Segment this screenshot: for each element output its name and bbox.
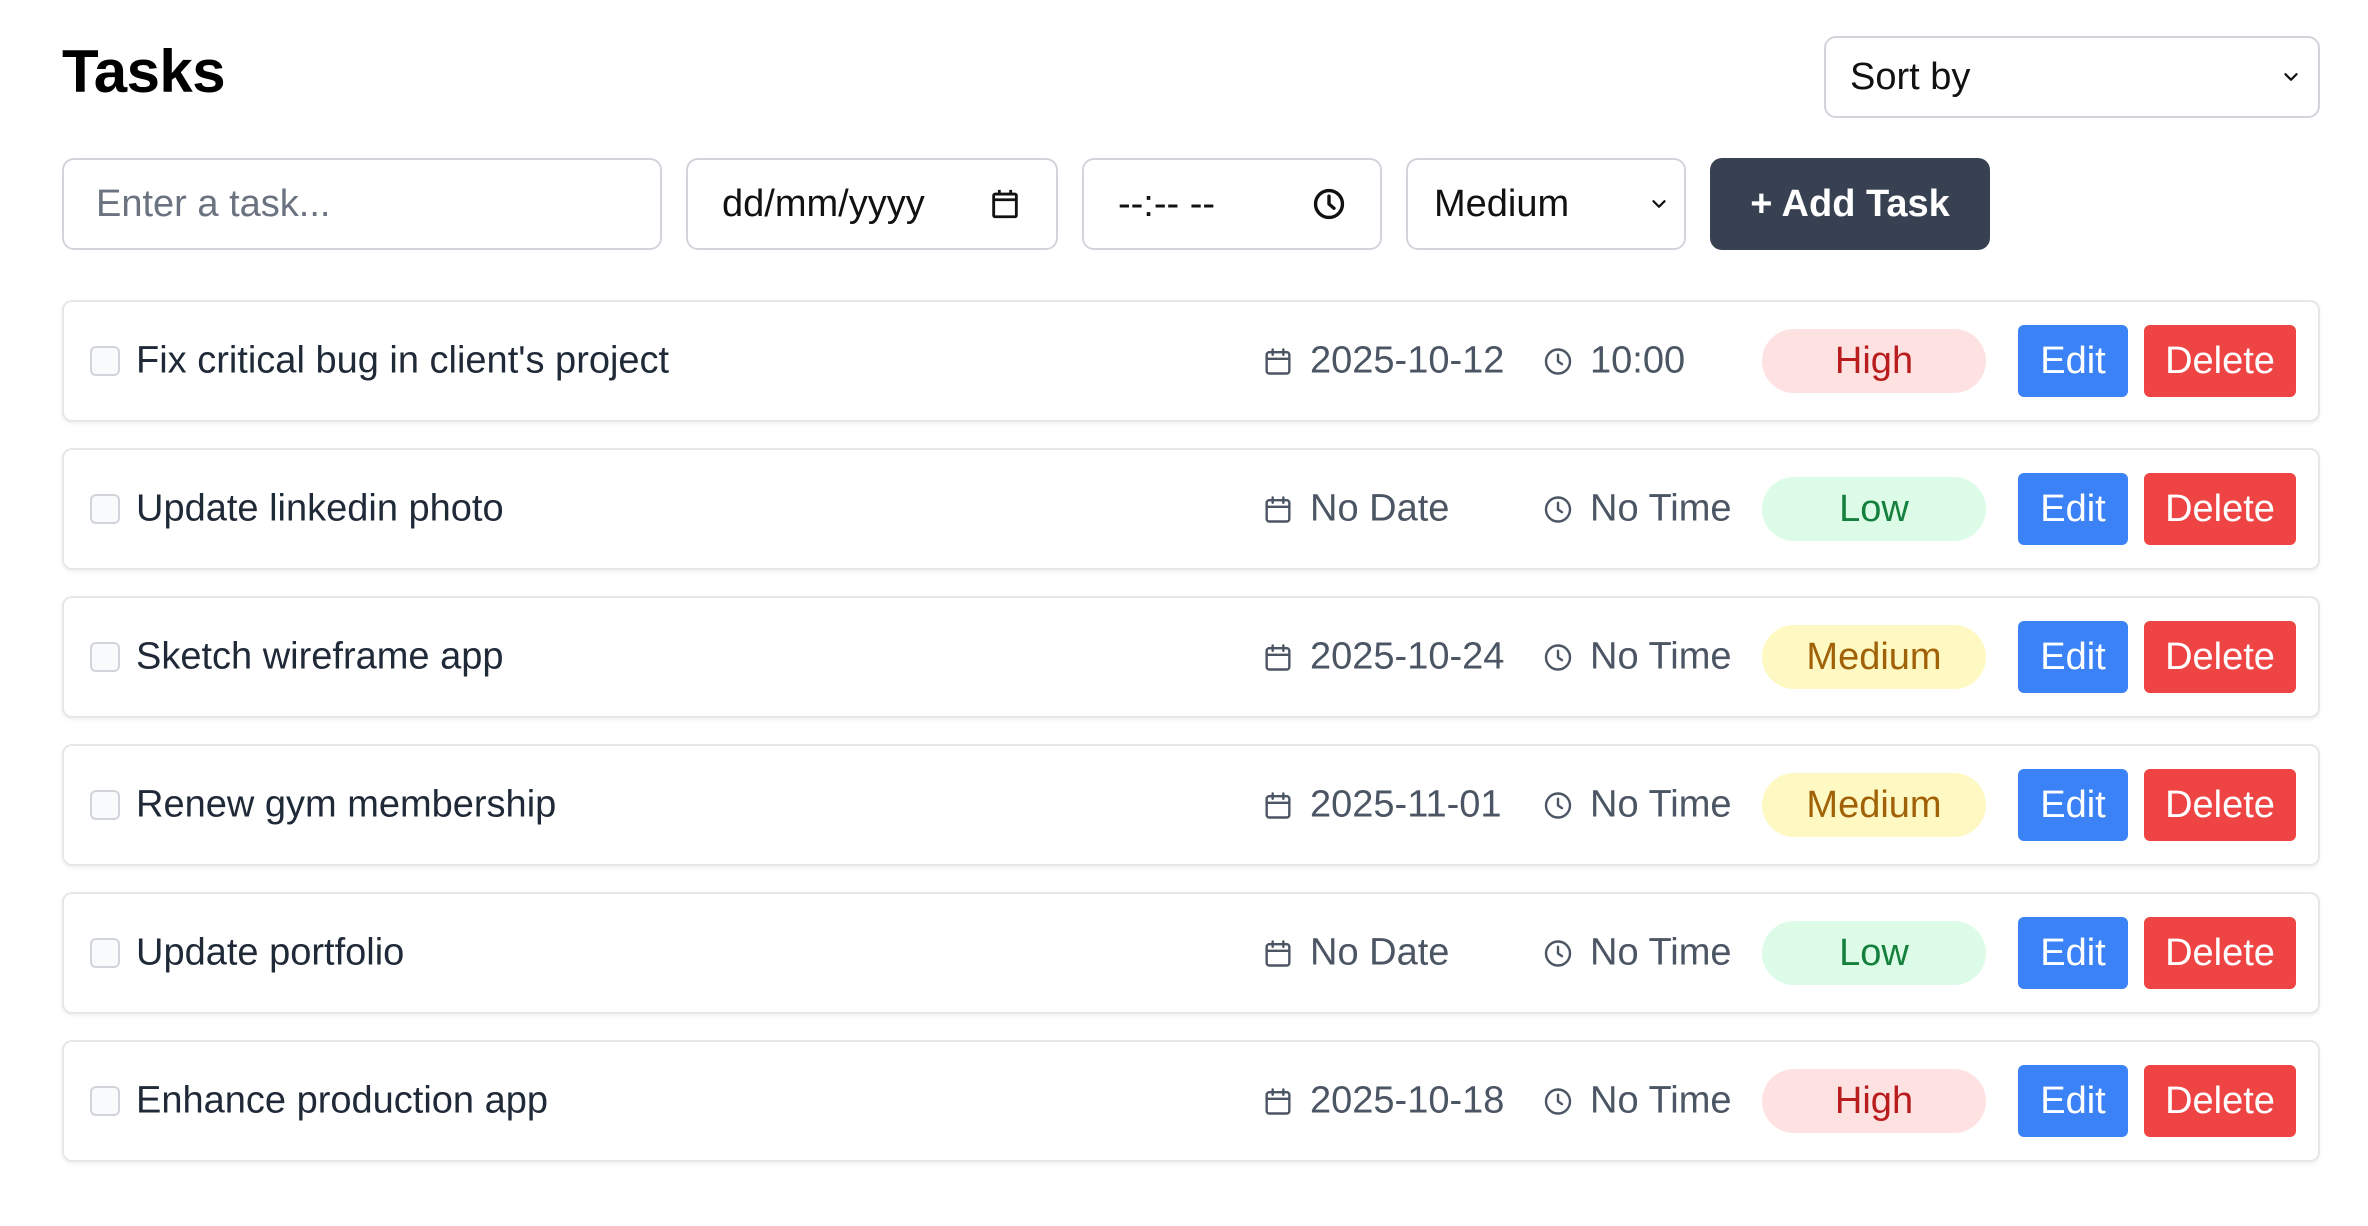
task-row: Update portfolio No Date No Time Low Edit Del… (62, 892, 2320, 1014)
edit-button[interactable]: Edit (2018, 1065, 2128, 1137)
task-list: Fix critical bug in client's project 2025… (62, 300, 2320, 1188)
calendar-icon (1265, 643, 1291, 671)
calendar-icon (1265, 1087, 1291, 1115)
task-time-value: No Time (1590, 635, 1732, 678)
task-date-value: No Date (1310, 931, 1450, 974)
clock-icon (1544, 1087, 1572, 1115)
task-date-value: 2025-10-24 (1310, 635, 1505, 678)
task-date: No Date (1262, 932, 1449, 975)
priority-select-value: Medium (1434, 182, 1570, 225)
task-title: Update linkedin photo (136, 487, 504, 530)
priority-badge: Medium (1762, 773, 1986, 837)
priority-select[interactable]: Medium (1406, 158, 1686, 250)
task-row: Renew gym membership 2025-11-01 No Time Med… (62, 744, 2320, 866)
task-time-value: No Time (1590, 487, 1732, 530)
delete-button[interactable]: Delete (2144, 1065, 2296, 1137)
task-title: Sketch wireframe app (136, 635, 504, 678)
task-row: Fix critical bug in client's project 2025… (62, 300, 2320, 422)
task-title: Renew gym membership (136, 783, 557, 826)
task-checkbox[interactable] (90, 494, 120, 524)
task-date: 2025-10-12 (1262, 340, 1504, 383)
chevron-down-icon (2284, 73, 2298, 81)
task-checkbox[interactable] (90, 642, 120, 672)
task-date: No Date (1262, 488, 1449, 531)
task-title: Fix critical bug in client's project (136, 339, 670, 382)
sort-select[interactable]: Sort by (1824, 36, 2320, 118)
date-input-placeholder: dd/mm/yyyy (722, 182, 925, 225)
task-time-value: No Time (1590, 783, 1732, 826)
page-title: Tasks (62, 38, 226, 105)
clock-icon (1544, 791, 1572, 819)
time-input-placeholder: --:-- -- (1118, 182, 1216, 225)
task-checkbox[interactable] (90, 790, 120, 820)
task-input-placeholder: Enter a task... (96, 182, 331, 225)
header: Tasks Sort by (62, 36, 2320, 154)
task-date: 2025-10-18 (1262, 1080, 1504, 1123)
task-time: No Time (1542, 1080, 1731, 1123)
calendar-icon (1265, 791, 1291, 819)
task-time-value: 10:00 (1590, 339, 1686, 382)
edit-button[interactable]: Edit (2018, 325, 2128, 397)
task-time: No Time (1542, 784, 1731, 827)
clock-icon[interactable] (1312, 187, 1346, 221)
task-date: 2025-11-01 (1262, 784, 1502, 827)
task-checkbox[interactable] (90, 1086, 120, 1116)
tasks-app: Tasks Sort by Enter a task... dd/mm/yyyy… (62, 36, 2320, 1162)
delete-button[interactable]: Delete (2144, 917, 2296, 989)
task-date-value: No Date (1310, 487, 1450, 530)
calendar-icon (1265, 495, 1291, 523)
task-checkbox[interactable] (90, 938, 120, 968)
task-title: Enhance production app (136, 1079, 548, 1122)
task-time: 10:00 (1542, 340, 1685, 383)
add-task-button[interactable]: + Add Task (1710, 158, 1990, 250)
sort-select-label: Sort by (1850, 55, 1971, 98)
chevron-down-icon (1652, 200, 1666, 208)
clock-icon (1544, 643, 1572, 671)
edit-button[interactable]: Edit (2018, 917, 2128, 989)
priority-badge: High (1762, 1069, 1986, 1133)
edit-button[interactable]: Edit (2018, 473, 2128, 545)
clock-icon (1544, 939, 1572, 967)
task-date-value: 2025-10-18 (1310, 1079, 1505, 1122)
delete-button[interactable]: Delete (2144, 769, 2296, 841)
task-input[interactable]: Enter a task... (62, 158, 662, 250)
date-input[interactable]: dd/mm/yyyy (686, 158, 1058, 250)
task-time-value: No Time (1590, 1079, 1732, 1122)
delete-button[interactable]: Delete (2144, 325, 2296, 397)
calendar-icon (1265, 939, 1291, 967)
clock-icon (1544, 495, 1572, 523)
task-time-value: No Time (1590, 931, 1732, 974)
task-date: 2025-10-24 (1262, 636, 1504, 679)
task-time: No Time (1542, 636, 1731, 679)
task-time: No Time (1542, 488, 1731, 531)
task-title: Update portfolio (136, 931, 405, 974)
add-task-form: Enter a task... dd/mm/yyyy --:-- -- Medi… (62, 158, 2320, 250)
priority-badge: Low (1762, 477, 1986, 541)
task-date-value: 2025-11-01 (1310, 783, 1502, 826)
edit-button[interactable]: Edit (2018, 621, 2128, 693)
delete-button[interactable]: Delete (2144, 621, 2296, 693)
priority-badge: High (1762, 329, 1986, 393)
task-row: Sketch wireframe app 2025-10-24 No Time Med… (62, 596, 2320, 718)
time-input[interactable]: --:-- -- (1082, 158, 1382, 250)
task-date-value: 2025-10-12 (1310, 339, 1505, 382)
clock-icon (1544, 347, 1572, 375)
calendar-icon[interactable] (988, 187, 1022, 221)
task-row: Update linkedin photo No Date No Time Low Ed… (62, 448, 2320, 570)
calendar-icon (1265, 347, 1291, 375)
delete-button[interactable]: Delete (2144, 473, 2296, 545)
priority-badge: Medium (1762, 625, 1986, 689)
task-time: No Time (1542, 932, 1731, 975)
priority-badge: Low (1762, 921, 1986, 985)
task-checkbox[interactable] (90, 346, 120, 376)
edit-button[interactable]: Edit (2018, 769, 2128, 841)
task-row: Enhance production app 2025-10-18 No Time H… (62, 1040, 2320, 1162)
